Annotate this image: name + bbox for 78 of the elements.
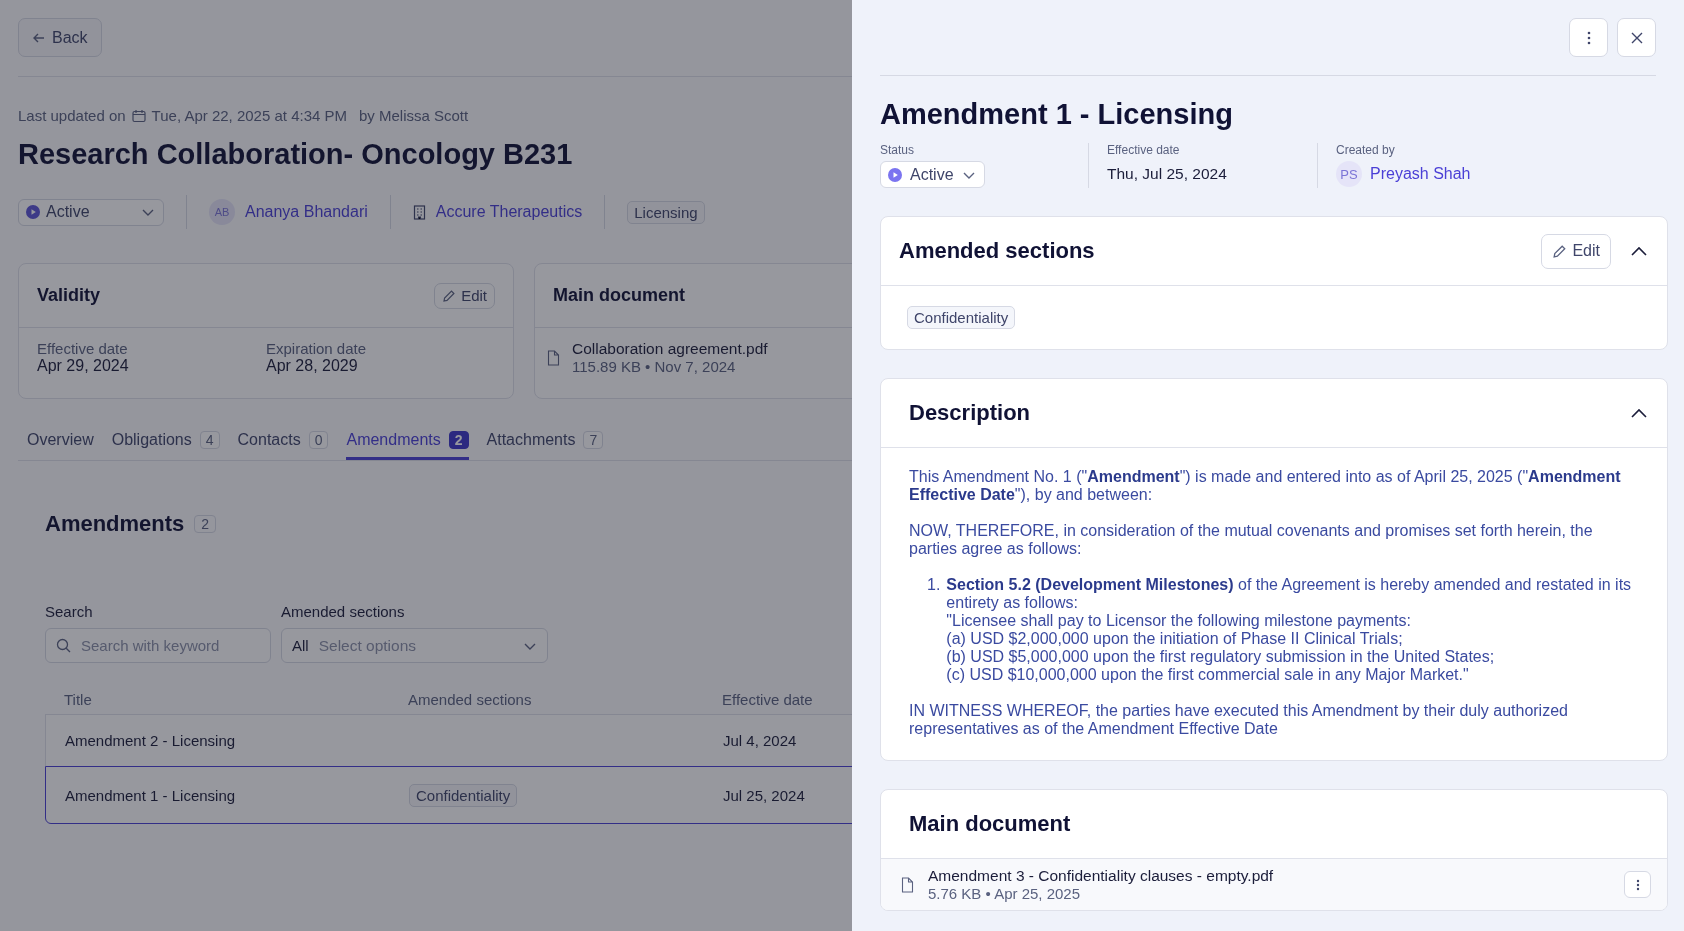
table-cell-text: Jul 25, 2024 [723,786,806,804]
effective-date-label: Effective date [1107,143,1181,157]
table-row[interactable]: Amendment 1 - Licensing Confidentiality Jul 25, 2024 [45,766,852,824]
tab[interactable]: Overview [27,431,94,460]
table-cell-text: Amendment 2 - Licensing [65,732,237,749]
column-header: Title [64,691,93,708]
status-label: Status [880,143,916,157]
chevron-up-icon[interactable] [1631,246,1647,256]
file-menu-button[interactable] [1624,871,1651,898]
type-tag: Licensing [627,200,705,224]
file-icon [901,876,914,893]
card-title: Amended sections [899,238,1096,264]
field-value: Apr 29, 2024 [37,357,130,375]
avatar: PS [1336,161,1362,187]
search-field[interactable]: Search with keyword [45,628,271,663]
count-badge: 2 [194,515,217,533]
field-label: Effective date [37,340,129,357]
tab[interactable]: Amendments 2 [346,431,469,460]
effective-date: Thu, Jul 25, 2024 [1107,165,1228,183]
file-icon [547,349,560,366]
play-circle-icon [26,205,40,219]
description-paragraph: This Amendment No. 1 ("Amendment") is made and entered into as of April 25, 2025 ("Amendment Effective Date"), by and between: [909,468,1622,504]
avatar: AB [209,199,235,225]
edit-button[interactable]: Edit [434,282,495,309]
close-button[interactable] [1617,18,1656,57]
card-title: Validity [37,285,101,306]
description-paragraph: NOW, THEREFORE, in consideration of the mutual covenants and promises set forth herein, the parties agree as follows: [909,522,1594,558]
card-title: Main document [553,285,685,306]
created-by-label: Created by [1336,143,1396,157]
edit-button[interactable]: Edit [1541,233,1611,269]
search-icon [56,638,71,653]
pencil-icon [1552,243,1568,259]
kebab-icon [1586,30,1591,45]
tab[interactable]: Contacts 0 [237,431,329,460]
card-title: Main document [909,811,1072,837]
calendar-icon [131,108,146,123]
table-cell-text: Jul 4, 2024 [723,732,798,749]
updated-date: Tue, Apr 22, 2025 at 4:34 PM [151,107,347,124]
column-header: Effective date [722,691,814,708]
last-updated-label: Last updated on [18,107,126,124]
file-name: Amendment 3 - Confidentiality clauses - empty.pdf [928,867,1275,885]
table-row[interactable]: Amendment 2 - Licensing Jul 4, 2024 [45,714,852,766]
sections-select[interactable]: All Select options [281,628,548,663]
description-list-item: Section 5.2 (Development Milestones) of the Agreement is hereby amended and restated in its entirety as follows: "Licensee shall pay to Licensor the following milestone payments: (a) USD $2,000,000 upon the initiation of Phase II Clinical Trials; (b) USD $5,000,000 upon the first regulatory submission in the United States; (c) USD $10,000,000 upon the first commercial sale in any Major Market." [946,576,1633,684]
kebab-icon [1635,878,1640,891]
file-meta: 115.89 KB • Nov 7, 2024 [572,358,737,375]
company-link[interactable]: Accure Therapeutics [435,203,583,221]
chevron-up-icon[interactable] [1631,408,1647,418]
more-button[interactable] [1569,18,1608,57]
status-dropdown[interactable]: Active [18,198,164,226]
status-dropdown[interactable]: Active [880,161,985,188]
search-label: Search [45,603,94,620]
tab[interactable]: Obligations 4 [111,431,220,460]
file-name: Collaboration agreement.pdf [572,340,768,358]
tab[interactable]: Attachments 7 [486,431,604,460]
section-tag: Confidentiality [409,783,518,807]
chevron-down-icon [141,207,155,217]
column-header: Amended sections [408,691,533,708]
section-tag: Confidentiality [907,306,1016,329]
close-icon [1630,31,1643,44]
field-value: Apr 28, 2029 [266,357,359,375]
section-heading: Amendments [45,511,185,537]
description-paragraph: IN WITNESS WHEREOF, the parties have executed this Amendment by their duly authorized representatives as of the Amendment Effective Date [909,702,1569,738]
field-label: Expiration date [266,340,368,357]
drawer-title: Amendment 1 - Licensing [880,98,1234,131]
play-circle-icon [888,167,902,182]
owner-link[interactable]: Ananya Bhandari [245,203,368,221]
pencil-icon [442,288,457,303]
file-meta: 5.76 KB • Apr 25, 2025 [928,885,1082,902]
contract-title: Research Collaboration- Oncology B231 [18,138,574,171]
building-icon [412,204,426,220]
updated-by: by Melissa Scott [359,107,469,124]
creator-link[interactable]: Preyash Shah [1370,165,1471,183]
back-button[interactable]: Back [18,18,102,57]
list-number: 1. [927,576,941,595]
table-cell-text: Amendment 1 - Licensing [65,786,237,804]
filter-label: Amended sections [281,603,406,620]
card-title: Description [909,400,1032,426]
